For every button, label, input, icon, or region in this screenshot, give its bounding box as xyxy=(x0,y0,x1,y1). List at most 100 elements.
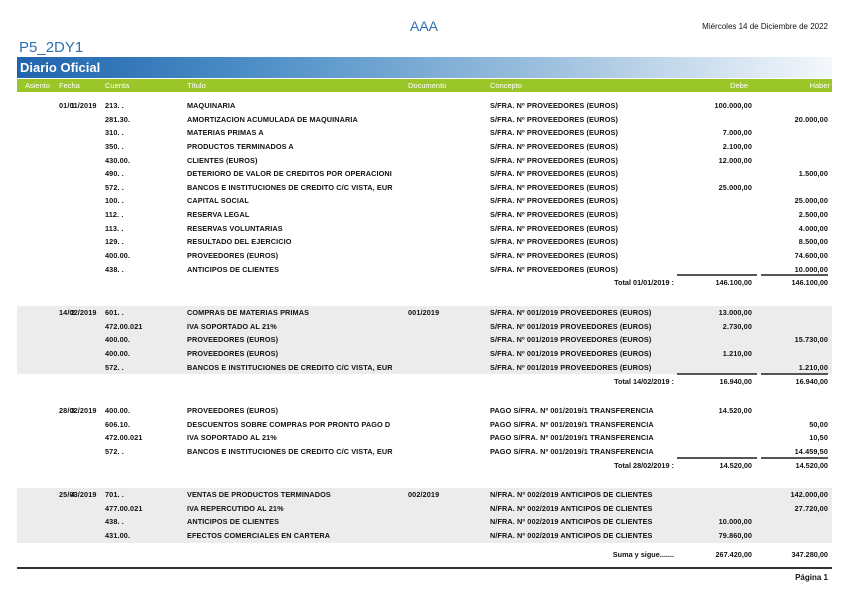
credit-amount: 1.500,00 xyxy=(798,169,828,179)
credit-amount: 15.730,00 xyxy=(794,335,828,345)
debit-amount: 79.860,00 xyxy=(718,530,752,540)
debit-amount: 2.100,00 xyxy=(722,141,752,151)
total-credit: 16.940,00 xyxy=(795,377,828,386)
entry-total: Total 28/02/2019 : 14.520,00 14.520,00 xyxy=(17,457,832,472)
account-code: 113. . xyxy=(105,223,124,233)
concept: N/FRA. Nº 002/2019 ANTICIPOS DE CLIENTES xyxy=(490,517,653,527)
debit-amount: 1.210,00 xyxy=(722,348,752,358)
account-code: 601. . xyxy=(105,308,124,317)
credit-amount: 10,50 xyxy=(809,433,828,443)
column-header-bar: Asiento Fecha Cuenta Título Documento Co… xyxy=(17,79,832,92)
entry-line: 113. . RESERVAS VOLUNTARIAS S/FRA. Nº PROV… xyxy=(17,222,832,236)
concept: S/FRA. Nº 001/2019 PROVEEDORES (EUROS) xyxy=(490,308,652,317)
credit-amount: 25.000,00 xyxy=(794,196,828,206)
carry-credit: 347.280,00 xyxy=(791,550,828,559)
total-label: Total 14/02/2019 : xyxy=(614,377,674,386)
entry-line: 438. . ANTICIPOS DE CLIENTES N/FRA. Nº 002… xyxy=(17,515,832,529)
entry-line: 400.00. PROVEEDORES (EUROS) S/FRA. Nº PROV… xyxy=(17,249,832,263)
concept: S/FRA. Nº PROVEEDORES (EUROS) xyxy=(490,237,619,247)
entry-date: 25/03/2019 xyxy=(59,490,97,499)
debit-amount: 14.520,00 xyxy=(718,406,752,415)
carry-forward: Suma y sigue....... 267.420,00 347.280,00 xyxy=(17,548,832,561)
account-title: PROVEEDORES (EUROS) xyxy=(187,348,279,358)
account-title: RESULTADO DEL EJERCICIO xyxy=(187,237,292,247)
account-code: 400.00. xyxy=(105,406,131,415)
col-debe: Debe xyxy=(730,81,748,90)
concept: N/FRA. Nº 002/2019 ANTICIPOS DE CLIENTES xyxy=(490,503,653,513)
concept: S/FRA. Nº 001/2019 PROVEEDORES (EUROS) xyxy=(490,321,652,331)
account-code: 701. . xyxy=(105,490,124,499)
concept: S/FRA. Nº PROVEEDORES (EUROS) xyxy=(490,182,619,192)
account-title: AMORTIZACION ACUMULADA DE MAQUINARIA xyxy=(187,114,358,124)
account-title: VENTAS DE PRODUCTOS TERMINADOS xyxy=(187,490,331,499)
concept: S/FRA. Nº PROVEEDORES (EUROS) xyxy=(490,128,619,138)
debit-total-rule xyxy=(677,274,757,276)
account-code: 572. . xyxy=(105,182,124,192)
debit-amount: 10.000,00 xyxy=(718,517,752,527)
credit-amount: 4.000,00 xyxy=(798,223,828,233)
entry-line: 4 25/03/2019 701. . VENTAS DE PRODUCTOS TER… xyxy=(17,488,832,502)
account-code: 100. . xyxy=(105,196,124,206)
account-code: 477.00.021 xyxy=(105,503,143,513)
concept: S/FRA. Nº PROVEEDORES (EUROS) xyxy=(490,101,619,110)
account-title: MATERIAS PRIMAS A xyxy=(187,128,264,138)
bottom-rule xyxy=(17,567,832,569)
concept: PAGO S/FRA. Nº 001/2019/1 TRANSFERENCIA xyxy=(490,446,654,456)
account-title: BANCOS E INSTITUCIONES DE CREDITO C/C VI… xyxy=(187,446,393,456)
concept: S/FRA. Nº 001/2019 PROVEEDORES (EUROS) xyxy=(490,348,652,358)
credit-amount: 50,00 xyxy=(809,419,828,429)
credit-amount: 27.720,00 xyxy=(794,503,828,513)
account-title: DESCUENTOS SOBRE COMPRAS POR PRONTO PAGO… xyxy=(187,419,391,429)
account-title: BANCOS E INSTITUCIONES DE CREDITO C/C VI… xyxy=(187,182,393,192)
col-fecha: Fecha xyxy=(59,81,80,90)
entry-line: 310. . MATERIAS PRIMAS A S/FRA. Nº PROVEED… xyxy=(17,126,832,140)
page-number: Página 1 xyxy=(795,573,828,582)
entry-line: 472.00.021 IVA SOPORTADO AL 21% S/FRA. Nº … xyxy=(17,320,832,334)
account-code: 606.10. xyxy=(105,419,131,429)
entry-line: 572. . BANCOS E INSTITUCIONES DE CREDITO … xyxy=(17,181,832,195)
entry-date: 01/01/2019 xyxy=(59,101,97,110)
account-title: MAQUINARIA xyxy=(187,101,236,110)
report-date: Miércoles 14 de Diciembre de 2022 xyxy=(702,22,828,31)
concept: N/FRA. Nº 002/2019 ANTICIPOS DE CLIENTES xyxy=(490,530,653,540)
account-title: ANTICIPOS DE CLIENTES xyxy=(187,264,280,274)
account-code: 213. . xyxy=(105,101,124,110)
credit-amount: 10.000,00 xyxy=(794,264,828,274)
credit-amount: 8.500,00 xyxy=(798,237,828,247)
journal-entry: 2 14/02/2019 601. . COMPRAS DE MATERIAS PRI… xyxy=(17,306,832,375)
journal-entry: 1 01/01/2019 213. . MAQUINARIA S/FRA. Nº PRO… xyxy=(17,99,832,276)
entry-line: 112. . RESERVA LEGAL S/FRA. Nº PROVEEDORES… xyxy=(17,208,832,222)
account-code: 430.00. xyxy=(105,155,131,165)
account-title: DETERIORO DE VALOR DE CREDITOS POR OPERA… xyxy=(187,169,392,179)
concept: S/FRA. Nº PROVEEDORES (EUROS) xyxy=(490,155,619,165)
debit-total-rule xyxy=(677,457,757,459)
concept: S/FRA. Nº 001/2019 PROVEEDORES (EUROS) xyxy=(490,335,652,345)
credit-amount: 14.459,50 xyxy=(794,446,828,456)
report-title: Diario Oficial xyxy=(20,60,101,75)
entry-line: 1 01/01/2019 213. . MAQUINARIA S/FRA. Nº PRO… xyxy=(17,99,832,113)
concept: PAGO S/FRA. Nº 001/2019/1 TRANSFERENCIA xyxy=(490,406,654,415)
credit-amount: 2.500,00 xyxy=(798,210,828,220)
entry-date: 28/02/2019 xyxy=(59,406,97,415)
total-debit: 16.940,00 xyxy=(719,377,752,386)
account-code: 400.00. xyxy=(105,335,131,345)
entry-line: 430.00. CLIENTES (EUROS) S/FRA. Nº PROVEED… xyxy=(17,154,832,168)
total-debit: 146.100,00 xyxy=(715,278,752,287)
entry-date: 14/02/2019 xyxy=(59,308,97,317)
total-label: Total 01/01/2019 : xyxy=(614,278,674,287)
account-code: 112. . xyxy=(105,210,124,220)
debit-amount: 25.000,00 xyxy=(718,182,752,192)
debit-amount: 12.000,00 xyxy=(718,155,752,165)
credit-amount: 142.000,00 xyxy=(790,490,828,499)
account-code: 572. . xyxy=(105,362,124,372)
account-code: 310. . xyxy=(105,128,124,138)
total-credit: 146.100,00 xyxy=(791,278,828,287)
entry-line: 477.00.021 IVA REPERCUTIDO AL 21% N/FRA. N… xyxy=(17,502,832,516)
entry-line: 129. . RESULTADO DEL EJERCICIO S/FRA. Nº P… xyxy=(17,235,832,249)
concept: S/FRA. Nº PROVEEDORES (EUROS) xyxy=(490,141,619,151)
concept: N/FRA. Nº 002/2019 ANTICIPOS DE CLIENTES xyxy=(490,490,653,499)
total-label: Total 28/02/2019 : xyxy=(614,461,674,470)
entry-line: 350. . PRODUCTOS TERMINADOS A S/FRA. Nº PR… xyxy=(17,140,832,154)
carry-label: Suma y sigue....... xyxy=(612,550,674,559)
concept: S/FRA. Nº PROVEEDORES (EUROS) xyxy=(490,196,619,206)
